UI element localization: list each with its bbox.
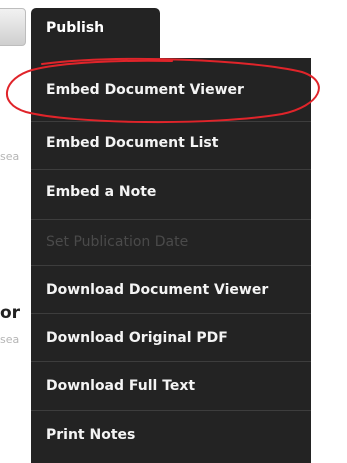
menu-item-label: Download Original PDF <box>46 330 228 346</box>
menu-divider <box>31 313 311 314</box>
publish-tab-label: Publish <box>46 20 105 36</box>
menu-item-embed-document-list[interactable]: Embed Document List <box>31 133 311 153</box>
menu-item-label: Print Notes <box>46 427 136 443</box>
menu-divider <box>31 265 311 266</box>
menu-item-embed-document-viewer[interactable]: Embed Document Viewer <box>31 80 311 100</box>
menu-item-download-full-text[interactable]: Download Full Text <box>31 376 311 396</box>
menu-divider <box>31 219 311 220</box>
menu-item-embed-a-note[interactable]: Embed a Note <box>31 182 311 202</box>
publish-dropdown-menu: Embed Document Viewer Embed Document Lis… <box>31 58 311 463</box>
menu-item-download-document-viewer[interactable]: Download Document Viewer <box>31 280 311 300</box>
menu-item-label: Embed a Note <box>46 184 157 200</box>
background-heading-fragment: or <box>0 303 20 323</box>
menu-divider <box>31 361 311 362</box>
background-text-fragment-2: sea <box>0 333 20 346</box>
menu-item-label: Embed Document Viewer <box>46 82 244 98</box>
menu-item-label: Download Document Viewer <box>46 282 269 298</box>
menu-item-label: Set Publication Date <box>46 234 189 250</box>
menu-item-label: Embed Document List <box>46 135 219 151</box>
background-button[interactable] <box>0 8 26 46</box>
background-text-fragment: sea <box>0 150 20 163</box>
menu-divider <box>31 121 311 122</box>
menu-item-label: Download Full Text <box>46 378 196 394</box>
menu-item-download-original-pdf[interactable]: Download Original PDF <box>31 328 311 348</box>
menu-item-print-notes[interactable]: Print Notes <box>31 425 311 445</box>
background-heading-text: or <box>0 303 21 323</box>
menu-item-set-publication-date: Set Publication Date <box>31 232 311 252</box>
publish-tab[interactable]: Publish <box>31 8 160 58</box>
menu-divider <box>31 410 311 411</box>
menu-divider <box>31 169 311 170</box>
